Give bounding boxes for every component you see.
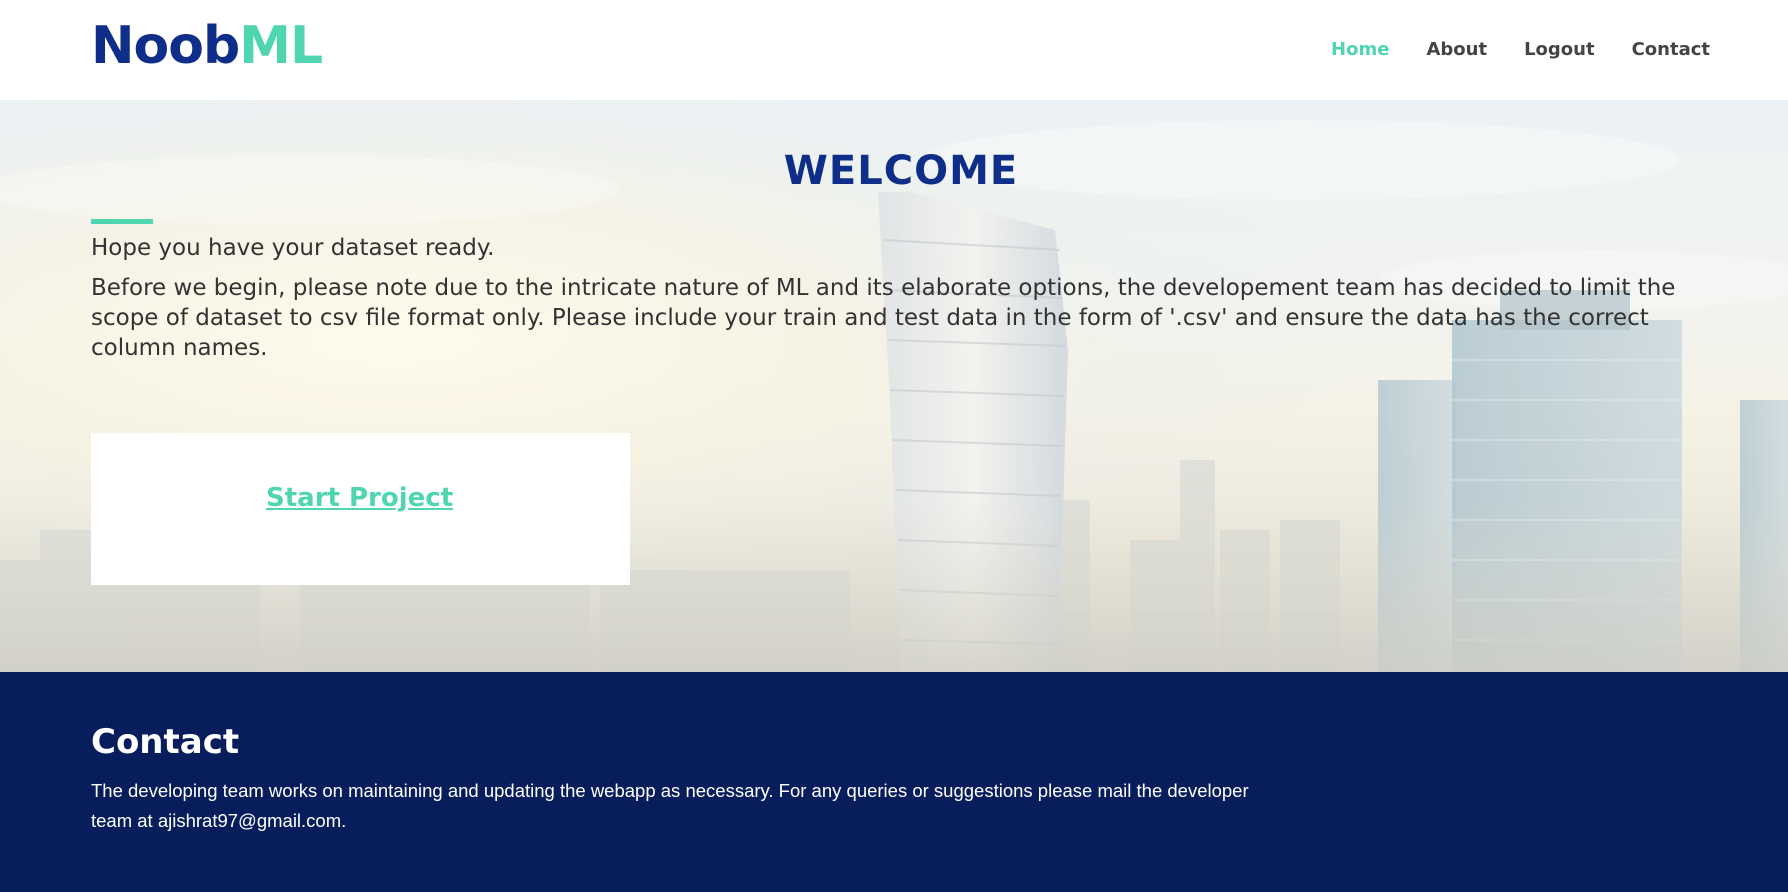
start-project-link[interactable]: Start Project	[266, 483, 453, 513]
contact-title: Contact	[91, 722, 240, 762]
site-header: NoobML Home About Logout Contact	[0, 0, 1788, 100]
accent-divider	[91, 219, 153, 224]
nav-logout[interactable]: Logout	[1524, 38, 1595, 62]
contact-footer: Contact The developing team works on mai…	[0, 672, 1788, 892]
start-project-card: Start Project	[91, 433, 630, 585]
dataset-note: Before we begin, please note due to the …	[91, 275, 1676, 361]
lead-text: Hope you have your dataset ready.	[91, 235, 495, 261]
logo-noob: Noob	[91, 16, 240, 76]
logo[interactable]: NoobML	[91, 14, 323, 78]
nav-home[interactable]: Home	[1331, 38, 1389, 62]
nav-contact[interactable]: Contact	[1632, 38, 1710, 62]
hero-section: WELCOME Hope you have your dataset ready…	[0, 100, 1788, 672]
hero-content: WELCOME Hope you have your dataset ready…	[0, 100, 1788, 672]
nav-about[interactable]: About	[1426, 38, 1487, 62]
welcome-title: WELCOME	[783, 148, 1019, 194]
logo-ml: ML	[239, 16, 323, 76]
main-nav: Home About Logout Contact	[1331, 38, 1710, 62]
contact-text: The developing team works on maintaining…	[91, 780, 1249, 831]
